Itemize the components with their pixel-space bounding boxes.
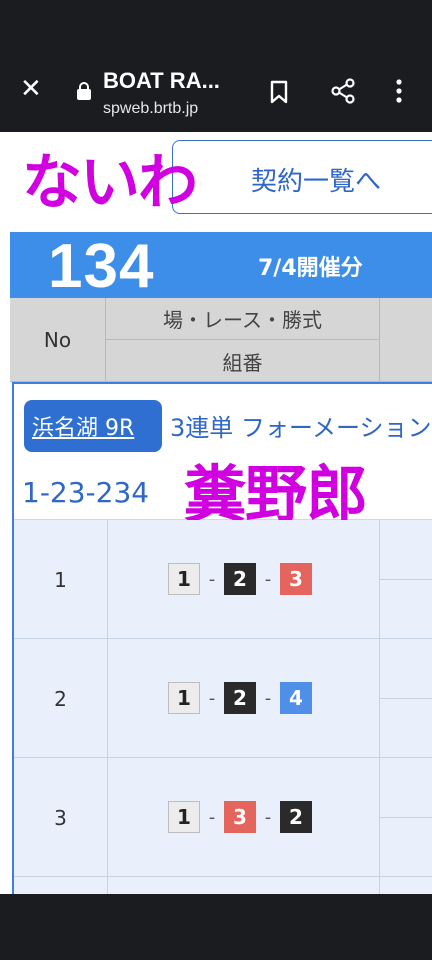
boat-number: 3 [280, 563, 312, 595]
contract-list-button[interactable]: 契約一覧へ [172, 140, 432, 214]
bookmark-icon[interactable] [269, 80, 289, 104]
row-number: 2 [14, 639, 108, 758]
navigation-bar [0, 894, 432, 960]
status-bar [0, 0, 432, 50]
row-combination: 1 - 2 - 4 [108, 639, 380, 758]
page-url[interactable]: spweb.brtb.jp [103, 100, 198, 118]
web-content: 契約一覧へ ないわ 134 7/4開催分 No 場・レース・勝式 組番 浜名湖 … [0, 132, 432, 894]
browser-toolbar: ✕ BOAT RA... spweb.brtb.jp [0, 50, 432, 132]
boat-number: 1 [168, 801, 200, 833]
table-header: No 場・レース・勝式 組番 [10, 298, 432, 382]
contract-list-label: 契約一覧へ [251, 167, 382, 197]
more-options-icon[interactable] [392, 78, 406, 104]
date-label: 7/4開催分 [258, 256, 363, 281]
header-combination: 組番 [106, 340, 380, 382]
row-number: 3 [14, 758, 108, 877]
bet-type: 3連単 フォーメーション [170, 414, 432, 442]
header-no: No [10, 298, 106, 382]
boat-number: 2 [280, 801, 312, 833]
ticket-card: 浜名湖 9R 3連単 フォーメーション 1-23-234 糞野郎 1 1 - 2… [12, 382, 432, 894]
row-combination: 1 - 2 - 3 [108, 520, 380, 639]
page-title: BOAT RA... [103, 68, 220, 93]
ticket-count: 134 [48, 232, 155, 301]
share-icon[interactable] [330, 78, 356, 104]
table-row: 3 1 - 3 - 2 [14, 758, 432, 877]
table-row [14, 877, 432, 894]
boat-number: 2 [224, 563, 256, 595]
lock-icon [77, 82, 91, 100]
row-number: 1 [14, 520, 108, 639]
boat-number: 2 [224, 682, 256, 714]
summary-header: 134 7/4開催分 [10, 232, 432, 298]
boat-number: 1 [168, 682, 200, 714]
boat-number: 3 [224, 801, 256, 833]
ticket-card-header: 浜名湖 9R 3連単 フォーメーション 1-23-234 糞野郎 [14, 384, 432, 531]
overlay-text-top: ないわ [22, 148, 198, 218]
venue-race-link[interactable]: 浜名湖 9R [24, 400, 162, 452]
formation: 1-23-234 [22, 476, 150, 509]
boat-number: 1 [168, 563, 200, 595]
boat-number: 4 [280, 682, 312, 714]
row-combination: 1 - 3 - 2 [108, 758, 380, 877]
table-row: 1 1 - 2 - 3 [14, 520, 432, 639]
table-row: 2 1 - 2 - 4 [14, 639, 432, 758]
header-venue-race-bet: 場・レース・勝式 [106, 298, 380, 340]
venue-race-label: 浜名湖 9R [32, 416, 135, 441]
close-icon[interactable]: ✕ [20, 76, 44, 102]
